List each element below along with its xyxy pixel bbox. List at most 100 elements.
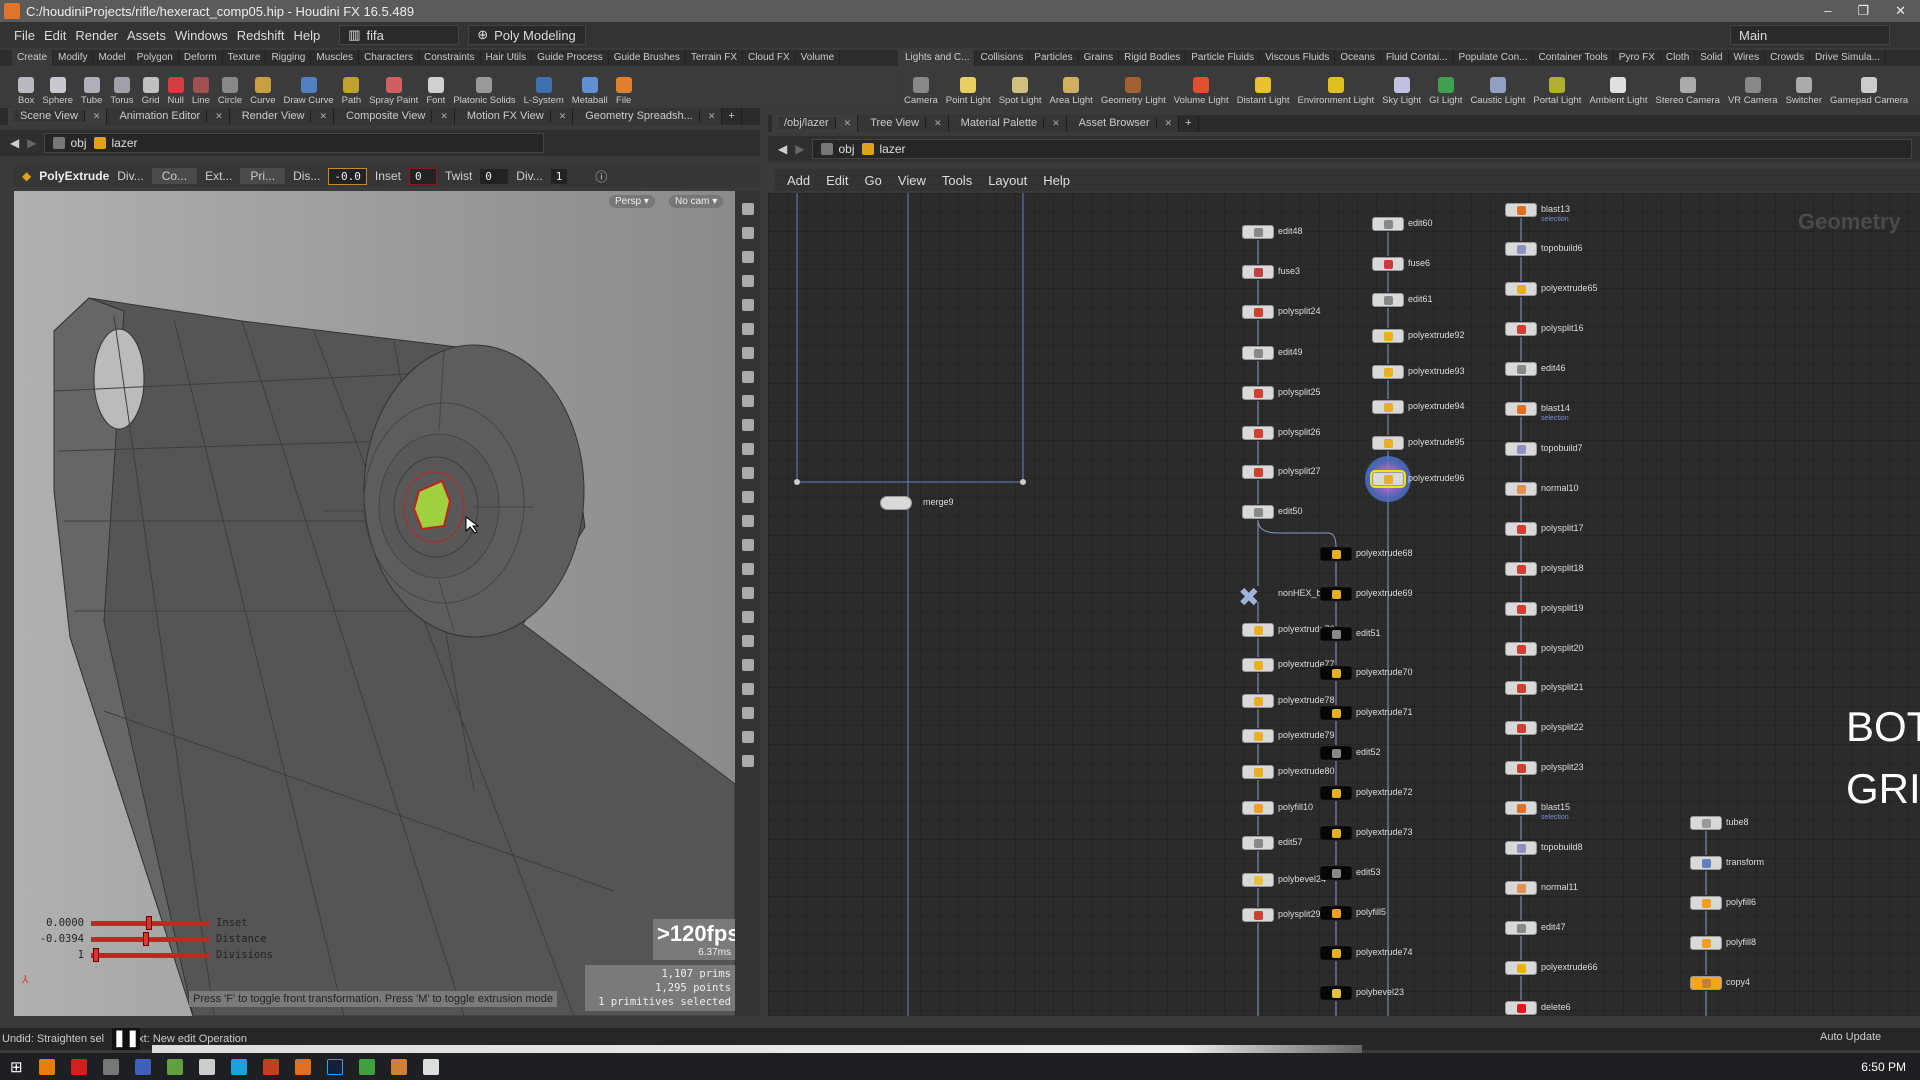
gimp-icon[interactable]	[390, 1058, 407, 1075]
shelf-tool-gi-light[interactable]: GI Light	[1425, 66, 1466, 106]
node-label[interactable]: topobuild8	[1541, 842, 1583, 852]
opera-icon[interactable]	[70, 1058, 87, 1075]
node-edit49[interactable]	[1242, 346, 1274, 360]
shelf-tab-particles[interactable]: Particles	[1029, 50, 1079, 66]
shelf-tab-muscles[interactable]: Muscles	[311, 50, 360, 66]
no-cam-menu[interactable]: No cam ▾	[669, 195, 724, 208]
shelf-tool-path[interactable]: Path	[338, 66, 366, 106]
close-tab-icon[interactable]: ✕	[215, 111, 223, 121]
node-label[interactable]: copy4	[1726, 977, 1750, 987]
menu-help[interactable]: Help	[293, 28, 320, 43]
shelf-tab-create[interactable]: Create	[12, 50, 54, 66]
node-normal11[interactable]	[1505, 881, 1537, 895]
node-label[interactable]: polysplit27	[1278, 466, 1321, 476]
shelf-tab-modify[interactable]: Modify	[53, 50, 94, 66]
node-polysplit19[interactable]	[1505, 602, 1537, 616]
node-polyfill10[interactable]	[1242, 801, 1274, 815]
node-label[interactable]: polyextrude70	[1356, 667, 1413, 677]
shelf-tab-grains[interactable]: Grains	[1079, 50, 1120, 66]
shelf-tool-sky-light[interactable]: Sky Light	[1378, 66, 1425, 106]
shelf-tab-guide-process[interactable]: Guide Process	[532, 50, 609, 66]
node-polyextrude95[interactable]	[1372, 436, 1404, 450]
node-label[interactable]: edit52	[1356, 747, 1381, 757]
node-label[interactable]: polybevel23	[1356, 987, 1404, 997]
node-edit61[interactable]	[1372, 293, 1404, 307]
slider-track[interactable]	[91, 915, 209, 930]
viewport-tool-icon[interactable]	[741, 299, 754, 311]
node-edit60[interactable]	[1372, 217, 1404, 231]
node-label[interactable]: polyextrude68	[1356, 548, 1413, 558]
node-label[interactable]: blast13	[1541, 204, 1570, 214]
node-edit53[interactable]	[1320, 866, 1352, 880]
node-edit50[interactable]	[1242, 505, 1274, 519]
node-label[interactable]: normal10	[1541, 483, 1579, 493]
node-label[interactable]: polyfill10	[1278, 802, 1313, 812]
shelf-tool-sphere[interactable]: Sphere	[38, 66, 77, 106]
node-fuse6[interactable]	[1372, 257, 1404, 271]
close-tab-icon[interactable]: ✕	[440, 111, 448, 121]
camtasia-icon[interactable]	[358, 1058, 375, 1075]
menu-redshift[interactable]: Redshift	[237, 28, 285, 43]
node-label[interactable]: polyextrude79	[1278, 730, 1335, 740]
shelf-tab-constraints[interactable]: Constraints	[419, 50, 481, 66]
viewport-tool-icon[interactable]	[741, 707, 754, 719]
tab-scene-view[interactable]: Scene View ✕	[8, 108, 108, 125]
node-label[interactable]: polyfill8	[1726, 937, 1756, 947]
viewport-tool-icon[interactable]	[741, 395, 754, 407]
network-menu-add[interactable]: Add	[787, 173, 810, 188]
node-polyextrude78[interactable]	[1242, 694, 1274, 708]
shelf-tool-font[interactable]: Font	[422, 66, 449, 106]
viewport-tool-icon[interactable]	[741, 515, 754, 527]
node-edit47[interactable]	[1505, 921, 1537, 935]
tab-geometry-spreadsh[interactable]: Geometry Spreadsh... ✕	[573, 108, 723, 125]
shelf-tab-characters[interactable]: Characters	[359, 50, 419, 66]
tab-tree-view[interactable]: Tree View ✕	[858, 115, 949, 132]
node-label[interactable]: blast15	[1541, 802, 1570, 812]
node-merge9[interactable]	[880, 496, 912, 510]
shelf-tool-vr-camera[interactable]: VR Camera	[1724, 66, 1782, 106]
pause-icon[interactable]: ❚❚	[112, 1028, 140, 1050]
node-label[interactable]: transform	[1726, 857, 1764, 867]
evernote-icon[interactable]	[166, 1058, 183, 1075]
node-topobuild6[interactable]	[1505, 242, 1537, 256]
node-edit51[interactable]	[1320, 627, 1352, 641]
node-label[interactable]: polyextrude74	[1356, 947, 1413, 957]
network-menu-help[interactable]: Help	[1043, 173, 1070, 188]
node-label[interactable]: polysplit20	[1541, 643, 1584, 653]
shelf-tool-tube[interactable]: Tube	[77, 66, 106, 106]
node-label[interactable]: polyextrude93	[1408, 366, 1465, 376]
minimize-button[interactable]: –	[1824, 3, 1831, 19]
node-polyextrude71[interactable]	[1320, 706, 1352, 720]
shelf-tab-solid[interactable]: Solid	[1695, 50, 1729, 66]
shelf-tool-platonic-solids[interactable]: Platonic Solids	[449, 66, 519, 106]
viewport-tool-icon[interactable]	[741, 443, 754, 455]
network-path-field[interactable]: obj lazer	[812, 139, 1912, 159]
viewport-tool-icon[interactable]	[741, 467, 754, 479]
viewport-tool-icon[interactable]	[741, 563, 754, 575]
node-polyextrude68[interactable]	[1320, 547, 1352, 561]
shelf-tool-spray-paint[interactable]: Spray Paint	[365, 66, 422, 106]
viewport-tool-icon[interactable]	[741, 251, 754, 263]
shelf-tool-volume-light[interactable]: Volume Light	[1170, 66, 1233, 106]
node-blast15[interactable]	[1505, 801, 1537, 815]
shelf-tab-fluid-contai[interactable]: Fluid Contai...	[1381, 50, 1454, 66]
menu-file[interactable]: File	[14, 28, 35, 43]
node-polybevel24[interactable]	[1242, 873, 1274, 887]
twist-field[interactable]: 0	[480, 168, 509, 184]
node-label[interactable]: polysplit23	[1541, 762, 1584, 772]
shelf-tab-polygon[interactable]: Polygon	[132, 50, 179, 66]
handle-inset[interactable]: 0.0000 Inset	[28, 915, 273, 931]
node-label[interactable]: polyextrude73	[1356, 827, 1413, 837]
node-label[interactable]: fuse6	[1408, 258, 1430, 268]
viewport-tool-icon[interactable]	[741, 611, 754, 623]
shelf-tool-box[interactable]: Box	[14, 66, 38, 106]
node-edit48[interactable]	[1242, 225, 1274, 239]
node-polyextrude94[interactable]	[1372, 400, 1404, 414]
node-polysplit26[interactable]	[1242, 426, 1274, 440]
viewport-tool-icon[interactable]	[741, 539, 754, 551]
node-label[interactable]: polysplit24	[1278, 306, 1321, 316]
node-polyfill6[interactable]	[1690, 896, 1722, 910]
node-label[interactable]: edit50	[1278, 506, 1303, 516]
shelf-tool-stereo-camera[interactable]: Stereo Camera	[1652, 66, 1724, 106]
node-blast14[interactable]	[1505, 402, 1537, 416]
